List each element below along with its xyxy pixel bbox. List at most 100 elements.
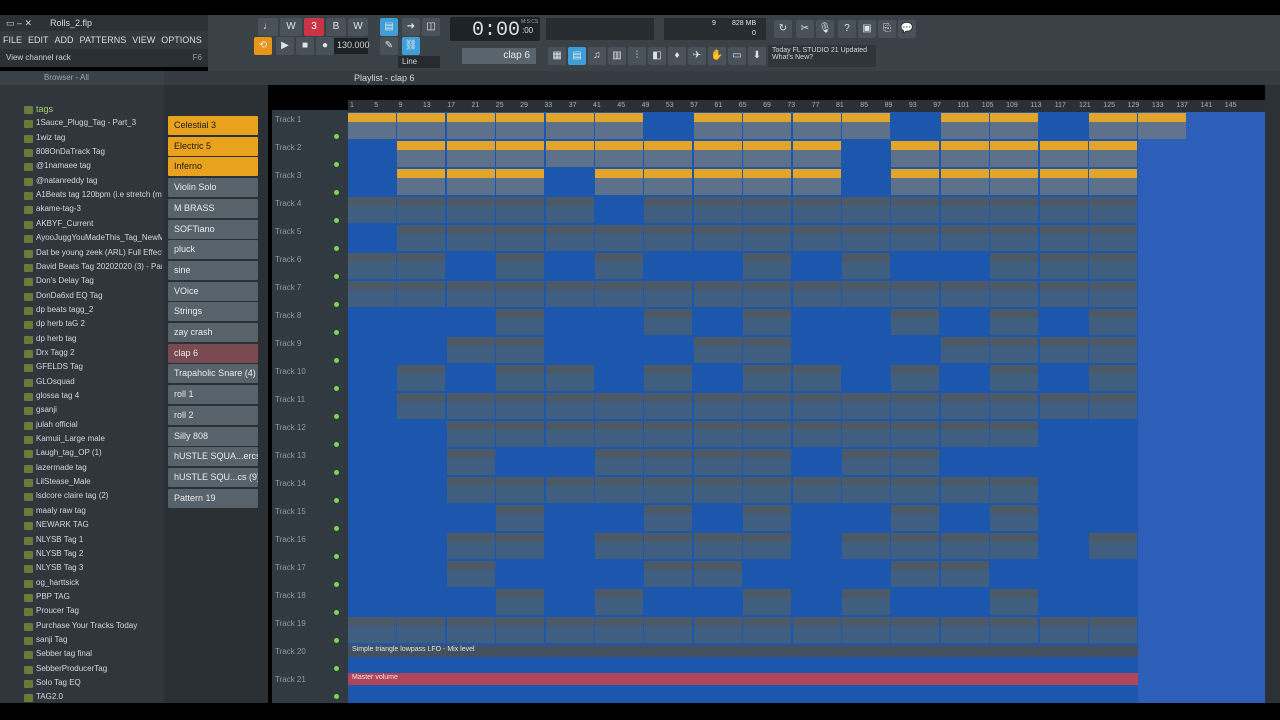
pattern-clip[interactable]: Violin Solo <box>743 197 792 223</box>
pattern-clip[interactable]: Electric 5 <box>693 141 742 167</box>
pattern-clip[interactable]: Silly 808 <box>446 533 495 559</box>
browser-item[interactable]: og_harttsick <box>36 578 162 587</box>
browser-item[interactable]: lazermade tag <box>36 463 162 472</box>
chat-icon[interactable]: 💬 <box>898 20 916 38</box>
menu-edit[interactable]: EDIT <box>25 31 52 45</box>
pattern-clip[interactable]: Trapaholic Snare (4) <box>446 449 495 475</box>
pattern-clip[interactable]: zay crash <box>842 393 890 419</box>
menu-add[interactable]: ADD <box>52 31 77 45</box>
browser-item[interactable]: GFELDS Tag <box>36 362 162 371</box>
browser-icon[interactable]: ▦ <box>548 47 566 65</box>
pattern-clip[interactable]: Silly 808 <box>496 533 545 559</box>
browser-item[interactable]: glossa tag 4 <box>36 391 162 400</box>
track-enable-led[interactable] <box>334 358 339 363</box>
plugin-icon[interactable]: ♦ <box>668 47 686 65</box>
pattern-clip[interactable]: VOice <box>743 337 792 363</box>
pattern-clip[interactable]: M BRASS <box>792 225 841 251</box>
pattern-clip[interactable]: Violin Solo <box>842 197 890 223</box>
pattern-clip[interactable]: Electric 5 <box>595 141 643 167</box>
pattern-clip[interactable]: roll 2 <box>496 505 545 531</box>
timeline-ruler[interactable]: 1 5 9 13 17 21 25 29 33 37 41 45 49 53 57 61 65 69 73 77 81 8… <box>348 100 1265 112</box>
pattern-clip[interactable]: Strings <box>545 365 594 391</box>
pattern-clip[interactable]: roll 1 <box>891 477 940 503</box>
pattern-clip[interactable]: zay crash <box>891 393 940 419</box>
pattern-clip[interactable]: pluck <box>891 281 940 307</box>
pattern-clip[interactable]: M BRASS <box>940 225 989 251</box>
pattern-clip[interactable]: roll 1 <box>644 477 693 503</box>
pattern-selector[interactable]: clap 6 <box>462 48 536 64</box>
pattern-clip[interactable]: SOFTiano <box>1089 253 1137 279</box>
pattern-clip[interactable]: pluck <box>644 281 693 307</box>
browser-item[interactable]: AyooJuggYouMadeThis_Tag_NewMix <box>36 233 162 242</box>
tempo-tap-icon[interactable]: ✈ <box>688 47 706 65</box>
pattern-clip[interactable]: Electric 5 <box>891 141 940 167</box>
browser-item[interactable]: Laugh_tag_OP (1) <box>36 448 162 457</box>
pattern-clip[interactable]: Pattern 19 <box>397 617 446 643</box>
pattern-clip[interactable]: clap 6 <box>842 421 890 447</box>
pattern-clip[interactable]: roll 1 <box>446 477 495 503</box>
track-label[interactable]: Track 18 <box>275 591 306 600</box>
browser-item[interactable]: David Beats Tag 20202020 (3) - Part_1 <box>36 262 162 271</box>
pattern-clip[interactable]: Silly 808 <box>842 533 890 559</box>
pattern-clip[interactable]: Strings <box>1089 365 1137 391</box>
track-label[interactable]: Track 8 <box>275 311 301 320</box>
pattern-clip[interactable]: clap 6 <box>644 421 693 447</box>
pattern-clip[interactable]: M BRASS <box>397 225 446 251</box>
pattern-clip[interactable]: hUSTLE SQUA...ercs (9)_9 <box>446 561 495 587</box>
browser-item[interactable]: akame-tag-3 <box>36 204 162 213</box>
pattern-item[interactable]: Electric 5 <box>168 136 258 156</box>
track-enable-led[interactable] <box>334 554 339 559</box>
pattern-item[interactable]: M BRASS <box>168 198 258 218</box>
pattern-clip[interactable]: Pattern 19 <box>891 617 940 643</box>
tempo-display[interactable]: 130.000 <box>334 38 370 54</box>
track-enable-led[interactable] <box>334 386 339 391</box>
pattern-clip[interactable]: pluck <box>397 281 446 307</box>
draw-tool-icon[interactable]: ✎ <box>380 37 398 55</box>
pattern-clip[interactable]: clap 6 <box>990 421 1039 447</box>
pattern-clip[interactable]: Silly 808 <box>595 533 643 559</box>
pattern-clip[interactable]: Silly 808 <box>743 533 792 559</box>
download-icon[interactable]: ⬇ <box>748 47 766 65</box>
pattern-song-icon[interactable]: ▤ <box>380 18 398 36</box>
pattern-clip[interactable]: M BRASS <box>545 225 594 251</box>
window-controls[interactable]: ▭ – ✕ <box>6 18 32 29</box>
playlist-icon[interactable]: ▤ <box>568 47 586 65</box>
browser-item[interactable]: dp herb tag <box>36 334 162 343</box>
pattern-clip[interactable]: Celestial 3 <box>1138 113 1187 139</box>
pattern-item[interactable]: Pattern 19 <box>168 488 258 508</box>
pattern-clip[interactable]: Pattern 19 <box>545 617 594 643</box>
pattern-clip[interactable]: Pattern 19 <box>496 617 545 643</box>
pattern-clip[interactable]: M BRASS <box>842 225 890 251</box>
pattern-clip[interactable]: Celestial 3 <box>397 113 446 139</box>
pattern-clip[interactable]: Celestial 3 <box>348 113 396 139</box>
track-label[interactable]: Track 2 <box>275 143 301 152</box>
browser-item[interactable]: Proucer Tag <box>36 606 162 615</box>
pattern-clip[interactable]: Pattern 19 <box>842 617 890 643</box>
pattern-clip[interactable]: zay crash <box>496 393 545 419</box>
browser-item[interactable]: DonDa6xd EQ Tag <box>36 291 162 300</box>
browser-item[interactable]: 1Sauce_Plugg_Tag - Part_3 <box>36 118 162 127</box>
pattern-clip[interactable]: Strings <box>397 365 446 391</box>
pattern-clip[interactable]: M BRASS <box>595 225 643 251</box>
track-enable-led[interactable] <box>334 638 339 643</box>
track-enable-led[interactable] <box>334 190 339 195</box>
arrow-icon[interactable]: ➜ <box>402 18 420 36</box>
track-label[interactable]: Track 1 <box>275 115 301 124</box>
pattern-item[interactable]: Trapaholic Snare (4) <box>168 364 258 384</box>
pattern-clip[interactable]: VOice <box>990 337 1039 363</box>
pattern-clip[interactable]: Celestial 3 <box>842 113 890 139</box>
pattern-clip[interactable]: zay crash <box>644 393 693 419</box>
pattern-clip[interactable]: M BRASS <box>891 225 940 251</box>
pattern-clip[interactable]: sine <box>644 309 693 335</box>
browser-item[interactable]: Sebber tag final <box>36 649 162 658</box>
pattern-clip[interactable]: M BRASS <box>1089 225 1137 251</box>
pattern-clip[interactable]: hUSTLE SQU...cs (9)_9 #2 <box>743 589 792 615</box>
pattern-clip[interactable]: Trapaholic Snare (4) <box>743 449 792 475</box>
pattern-clip[interactable]: Celestial 3 <box>940 113 989 139</box>
browser-item[interactable]: dp beats tagg_2 <box>36 305 162 314</box>
pattern-clip[interactable]: Violin Solo <box>446 197 495 223</box>
pattern-clip[interactable]: zay crash <box>446 393 495 419</box>
pattern-clip[interactable]: pluck <box>1089 281 1137 307</box>
pattern-clip[interactable]: clap 6 <box>743 421 792 447</box>
pattern-clip[interactable]: Celestial 3 <box>446 113 495 139</box>
